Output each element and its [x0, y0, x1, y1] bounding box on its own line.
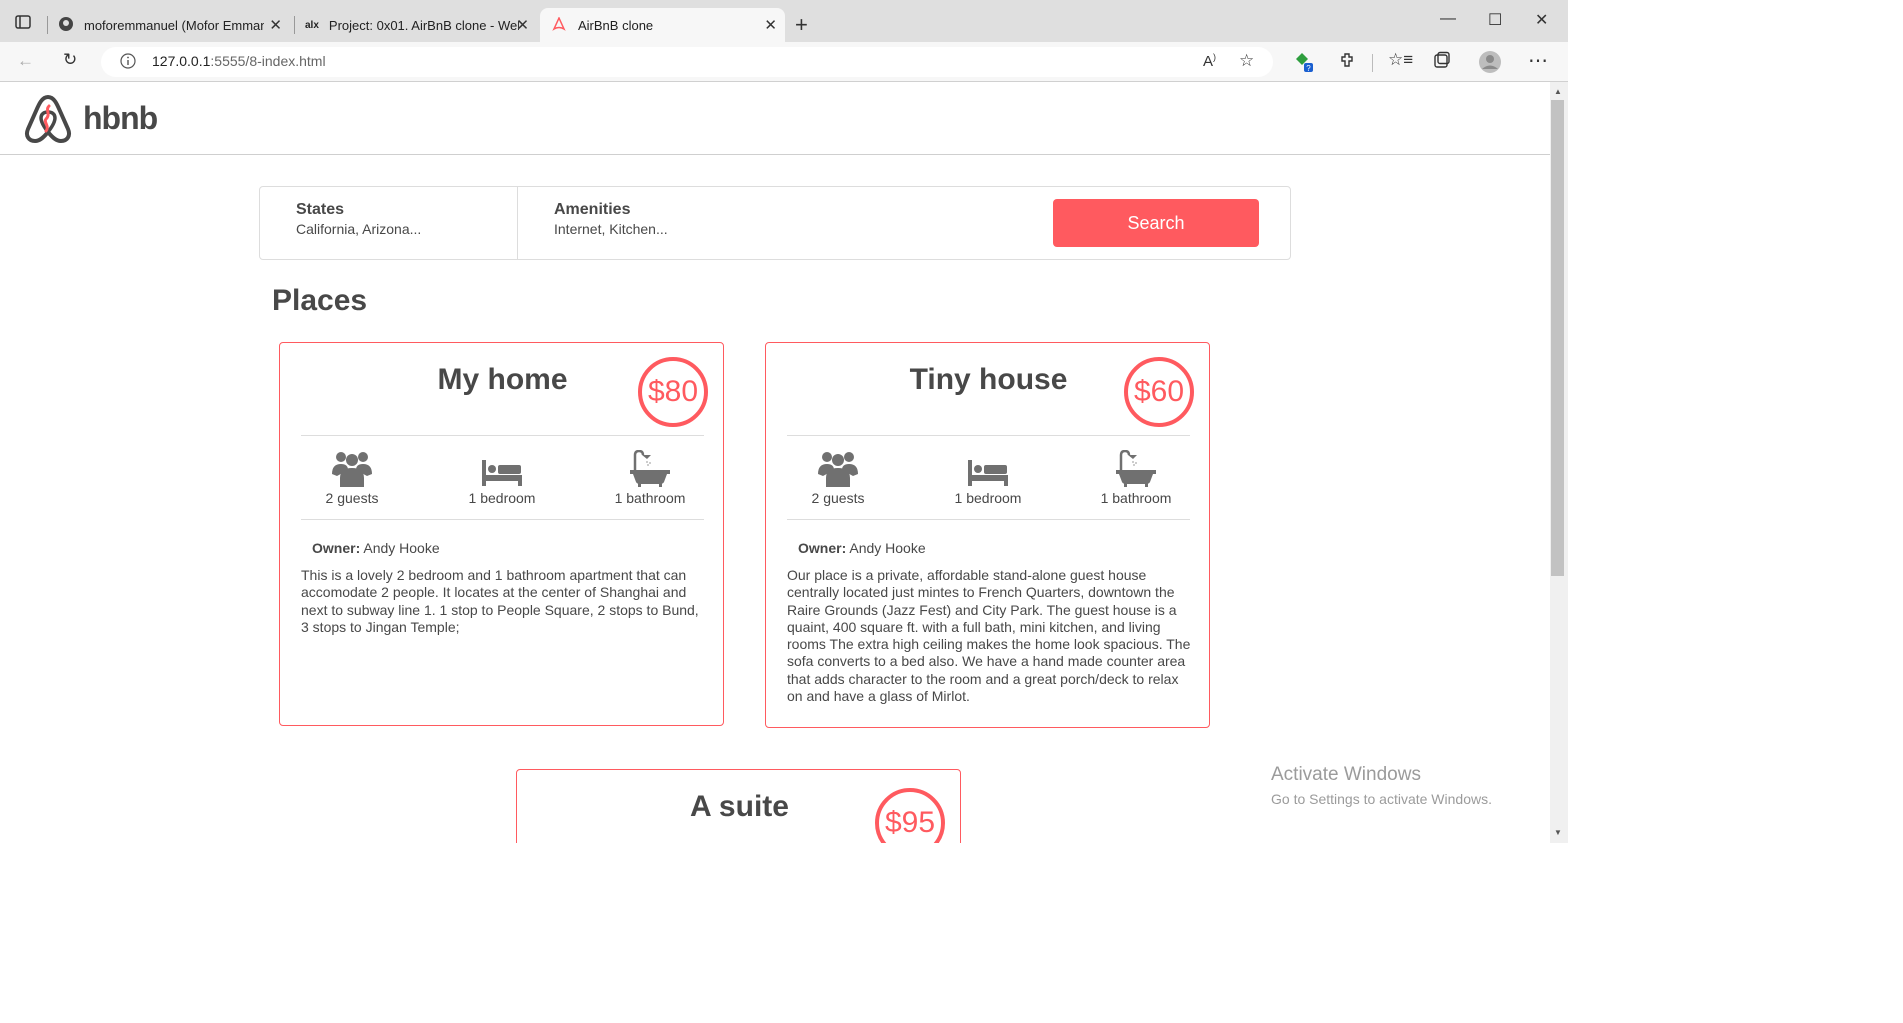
read-aloud-icon[interactable]: A) — [1203, 52, 1216, 70]
search-button[interactable]: Search — [1053, 199, 1259, 247]
states-filter[interactable]: States California, Arizona... — [296, 187, 516, 259]
amenities-filter-title: Amenities — [554, 201, 631, 218]
owner-line: Owner: Andy Hooke — [312, 540, 440, 556]
tab-label: moforemmanuel (Mofor Emman — [84, 17, 264, 33]
places-heading: Places — [272, 284, 368, 317]
bath-icon — [1116, 450, 1156, 487]
bathrooms-label: 1 bathroom — [1100, 490, 1172, 506]
url-field[interactable]: 127.0.0.1:5555/8-index.html A) ☆ — [101, 47, 1273, 77]
rooms-label: 1 bedroom — [954, 490, 1022, 506]
place-card: A suite $95 — [516, 769, 961, 843]
favorites-icon[interactable]: ☆≡ — [1388, 50, 1413, 70]
extension-badge-icon[interactable]: ? — [1293, 51, 1315, 78]
place-card: Tiny house $60 2 guests 1 bedroom 1 bath… — [765, 342, 1210, 728]
page-viewport: hbnb States California, Arizona... Ameni… — [0, 82, 1550, 843]
amenities-filter-value: Internet, Kitchen... — [554, 221, 668, 237]
tab-alx-project[interactable]: alx Project: 0x01. AirBnB clone - Wel ✕ — [297, 8, 537, 42]
vertical-scrollbar[interactable]: ▲ ▼ — [1550, 82, 1568, 843]
owner-line: Owner: Andy Hooke — [798, 540, 926, 556]
airbnb-logo-icon[interactable] — [24, 94, 72, 149]
amenities-filter[interactable]: Amenities Internet, Kitchen... — [554, 187, 774, 259]
scrollbar-thumb[interactable] — [1551, 100, 1564, 576]
guests-label: 2 guests — [325, 490, 379, 506]
favorite-icon[interactable]: ☆ — [1239, 51, 1254, 71]
close-icon[interactable]: ✕ — [516, 16, 529, 34]
reload-icon[interactable]: ↻ — [63, 50, 77, 70]
guests-info: 2 guests — [783, 450, 893, 506]
tab-actions-icon[interactable] — [15, 14, 31, 35]
site-header: hbnb — [0, 82, 1550, 155]
bed-icon — [968, 460, 1008, 486]
rooms-label: 1 bedroom — [468, 490, 536, 506]
logo-text: hbnb — [83, 100, 158, 136]
window-close-icon[interactable]: ✕ — [1535, 10, 1548, 30]
states-filter-title: States — [296, 201, 345, 218]
close-icon[interactable]: ✕ — [764, 16, 777, 34]
place-description: This is a lovely 2 bedroom and 1 bathroo… — [301, 567, 699, 635]
rooms-info: 1 bedroom — [933, 450, 1043, 506]
place-description: Our place is a private, affordable stand… — [787, 567, 1191, 705]
price-badge: $80 — [638, 357, 708, 427]
alx-icon: alx — [305, 19, 319, 31]
bathrooms-label: 1 bathroom — [614, 490, 686, 506]
price-badge: $60 — [1124, 357, 1194, 427]
address-bar: ← ↻ 127.0.0.1:5555/8-index.html A) ☆ ? ☆… — [0, 42, 1568, 82]
tab-label: Project: 0x01. AirBnB clone - Wel — [328, 17, 519, 33]
bed-icon — [482, 460, 522, 486]
profile-avatar-icon[interactable] — [1478, 50, 1502, 79]
back-icon[interactable]: ← — [17, 51, 34, 71]
guests-icon — [818, 452, 858, 487]
guests-label: 2 guests — [811, 490, 865, 506]
activate-windows-title: Activate Windows — [1271, 764, 1421, 785]
filter-divider — [517, 187, 518, 259]
tab-airbnb-clone[interactable]: AirBnB clone ✕ — [540, 8, 785, 42]
place-info: 2 guests 1 bedroom 1 bathroom — [301, 435, 704, 520]
bathrooms-info: 1 bathroom — [1081, 450, 1191, 506]
place-card: My home $80 2 guests 1 bedroom 1 bathroo… — [279, 342, 724, 726]
tab-github[interactable]: moforemmanuel (Mofor Emman ✕ — [50, 8, 290, 42]
airbnb-icon — [552, 15, 566, 34]
guests-info: 2 guests — [297, 450, 407, 506]
new-tab-icon[interactable]: + — [795, 12, 808, 38]
maximize-icon[interactable]: ☐ — [1488, 10, 1502, 30]
browser-tab-bar: moforemmanuel (Mofor Emman ✕ alx Project… — [0, 0, 1568, 42]
github-icon — [58, 16, 74, 35]
place-info: 2 guests 1 bedroom 1 bathroom — [787, 435, 1190, 520]
tab-label: AirBnB clone — [578, 17, 654, 33]
rooms-info: 1 bedroom — [447, 450, 557, 506]
info-icon[interactable] — [120, 53, 136, 74]
minimize-icon[interactable]: — — [1440, 10, 1456, 28]
filters-bar: States California, Arizona... Amenities … — [259, 186, 1291, 260]
close-icon[interactable]: ✕ — [269, 16, 282, 34]
states-filter-value: California, Arizona... — [296, 221, 422, 237]
collections-icon[interactable] — [1433, 51, 1451, 74]
guests-icon — [332, 452, 372, 487]
bathrooms-info: 1 bathroom — [595, 450, 705, 506]
more-options-icon[interactable]: ⋯ — [1528, 48, 1548, 73]
svg-text:?: ? — [1306, 64, 1311, 73]
bath-icon — [630, 450, 670, 487]
url-text: 127.0.0.1:5555/8-index.html — [152, 53, 326, 69]
extensions-icon[interactable] — [1338, 51, 1356, 74]
activate-windows-subtitle: Go to Settings to activate Windows. — [1271, 791, 1492, 807]
